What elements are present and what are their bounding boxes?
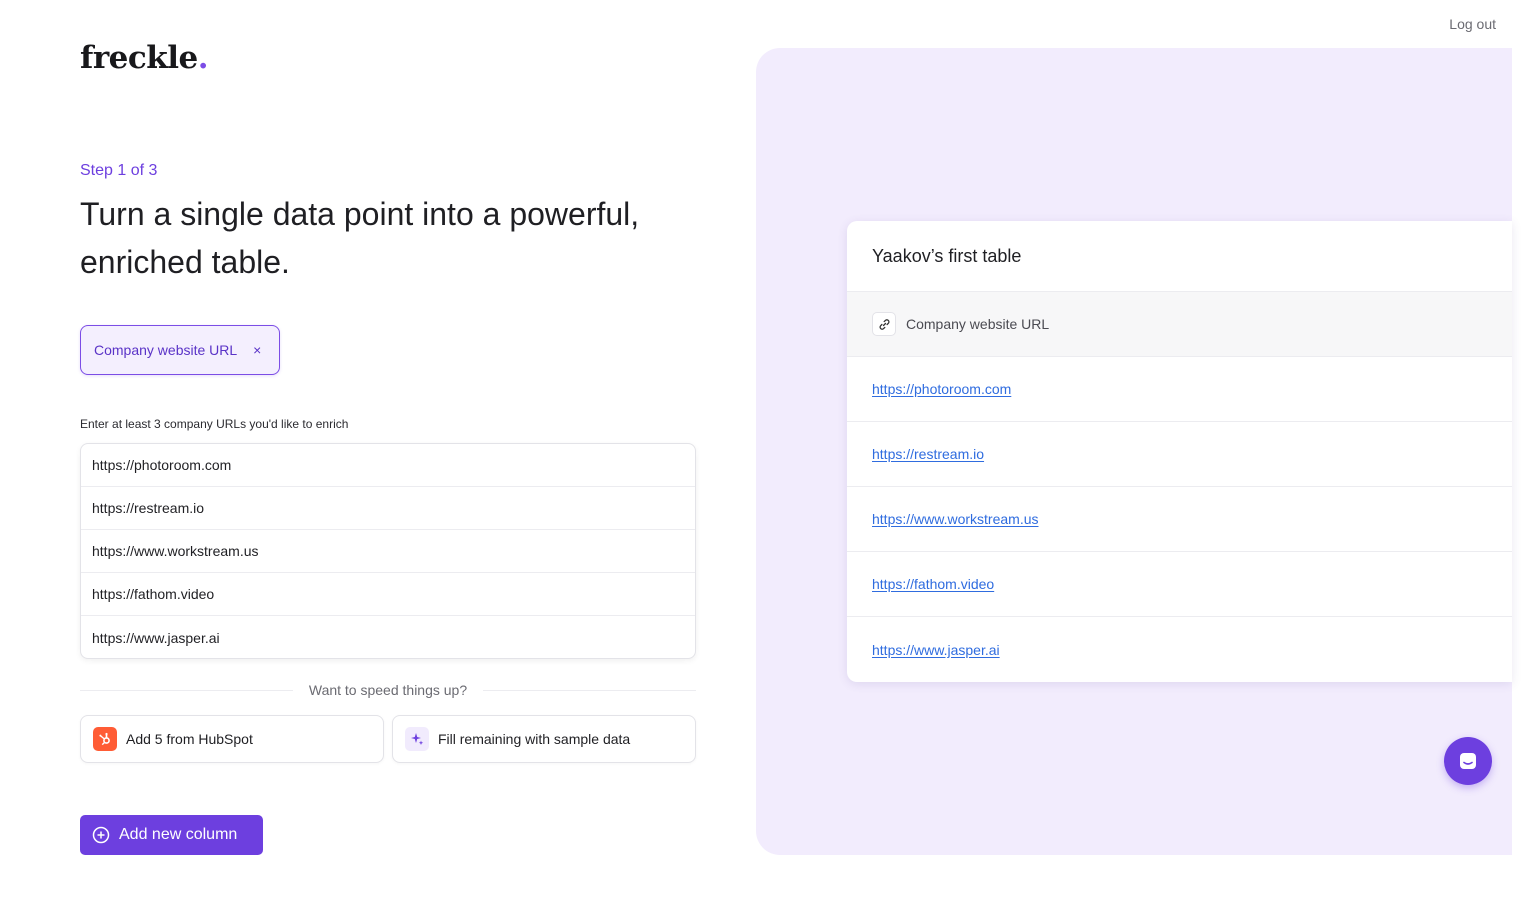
column-chip[interactable]: Company website URL × xyxy=(80,325,280,375)
table-row: https://restream.io xyxy=(847,422,1512,487)
table-row: https://www.jasper.ai xyxy=(847,617,1512,682)
sparkle-icon xyxy=(405,727,429,751)
add-new-column-label: Add new column xyxy=(119,826,238,843)
divider-text: Want to speed things up? xyxy=(308,682,468,698)
chat-icon xyxy=(1457,750,1479,772)
url-link[interactable]: https://fathom.video xyxy=(872,576,994,592)
url-input-hint: Enter at least 3 company URLs you'd like… xyxy=(80,417,349,431)
x-icon[interactable]: × xyxy=(253,342,261,358)
chat-launcher-button[interactable] xyxy=(1444,737,1492,785)
url-link[interactable]: https://photoroom.com xyxy=(872,381,1011,397)
column-header-label: Company website URL xyxy=(906,316,1050,332)
add-from-hubspot-button[interactable]: Add 5 from HubSpot xyxy=(80,715,384,763)
url-link[interactable]: https://www.jasper.ai xyxy=(872,642,1000,658)
logout-link[interactable]: Log out xyxy=(1449,16,1496,32)
url-link[interactable]: https://restream.io xyxy=(872,446,984,462)
url-input-list: https://photoroom.com https://restream.i… xyxy=(80,443,696,659)
url-input-row[interactable]: https://www.workstream.us xyxy=(81,530,695,573)
url-input-row[interactable]: https://restream.io xyxy=(81,487,695,530)
table-row: https://fathom.video xyxy=(847,552,1512,617)
table-row: https://www.workstream.us xyxy=(847,487,1512,552)
table-row: https://photoroom.com xyxy=(847,357,1512,422)
hubspot-icon xyxy=(93,727,117,751)
url-input-row[interactable]: https://fathom.video xyxy=(81,573,695,616)
preview-table-card: Yaakov’s first table Company website URL… xyxy=(847,221,1512,682)
url-link[interactable]: https://www.workstream.us xyxy=(872,511,1039,527)
add-new-column-button[interactable]: Add new column xyxy=(80,815,263,855)
link-icon xyxy=(872,312,896,336)
fill-sample-data-label: Fill remaining with sample data xyxy=(438,731,631,747)
plus-circle-icon xyxy=(92,826,110,844)
divider-line xyxy=(80,689,293,691)
speed-up-divider: Want to speed things up? xyxy=(80,680,697,700)
divider-line xyxy=(483,689,697,691)
url-input-row[interactable]: https://www.jasper.ai xyxy=(81,616,695,658)
column-chip-label: Company website URL xyxy=(94,342,238,358)
step-indicator: Step 1 of 3 xyxy=(80,162,158,179)
add-from-hubspot-label: Add 5 from HubSpot xyxy=(126,731,253,747)
fill-sample-data-button[interactable]: Fill remaining with sample data xyxy=(392,715,696,763)
url-input-row[interactable]: https://photoroom.com xyxy=(81,444,695,487)
freckle-logo: freckle. xyxy=(80,40,209,76)
column-header: Company website URL xyxy=(847,292,1512,357)
table-title: Yaakov’s first table xyxy=(847,221,1512,292)
page-headline: Turn a single data point into a powerful… xyxy=(80,196,640,280)
